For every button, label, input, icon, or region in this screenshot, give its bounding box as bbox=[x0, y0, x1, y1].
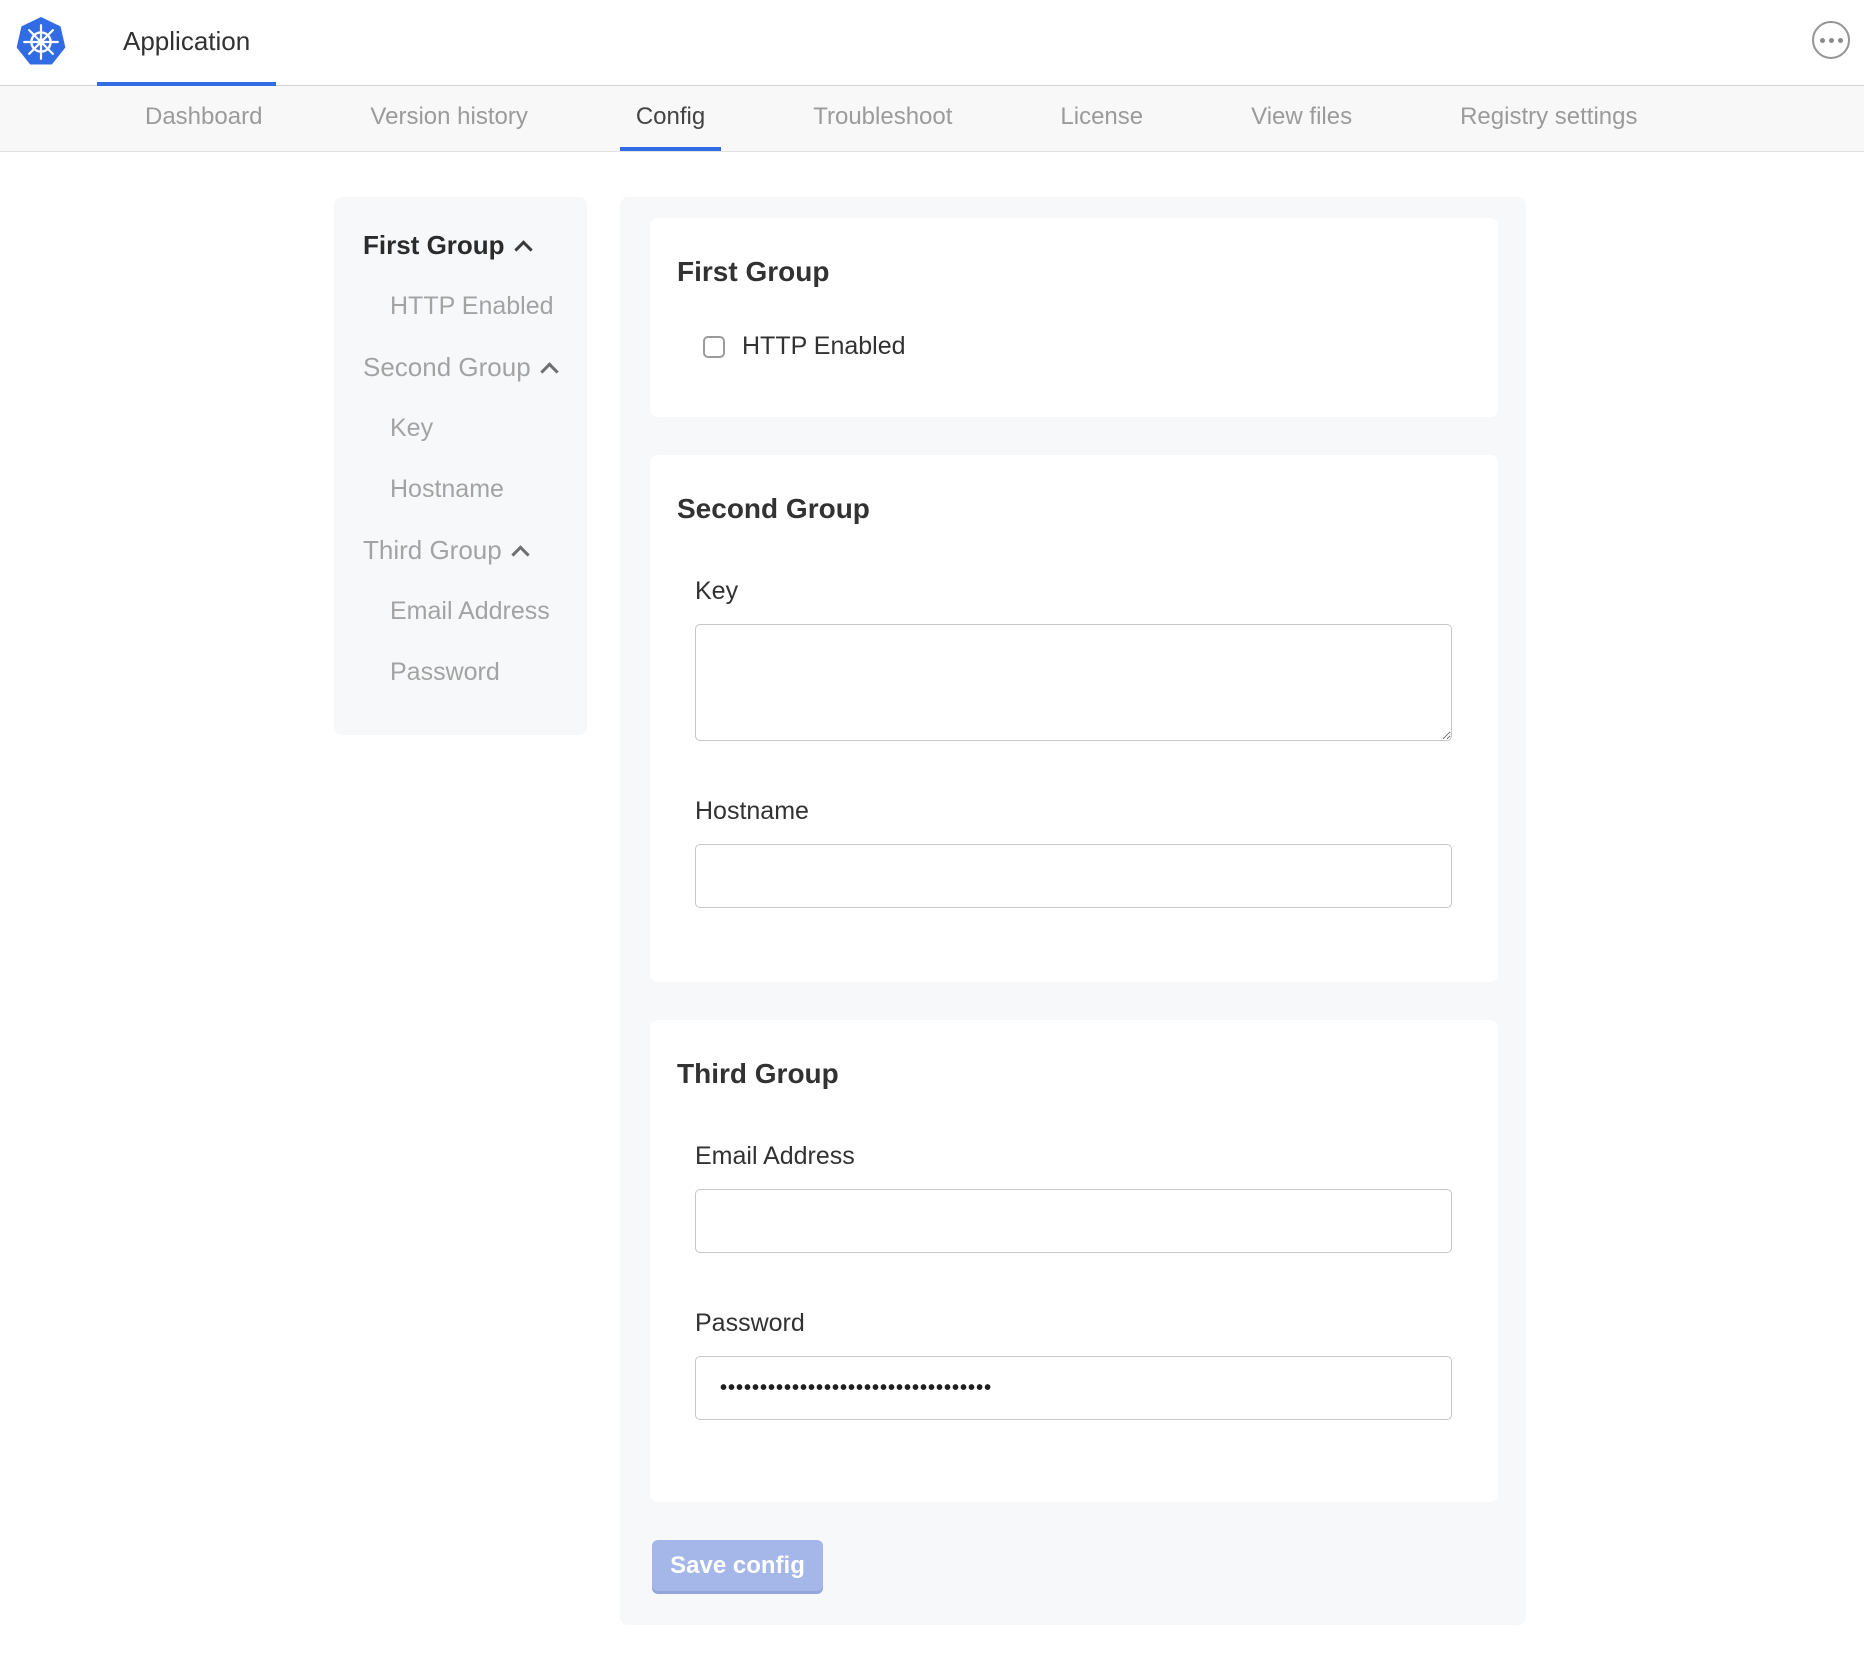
tab-view-files[interactable]: View files bbox=[1235, 86, 1368, 151]
group-title: First Group bbox=[677, 256, 1452, 288]
sidebar-group-first-group[interactable]: First Group bbox=[363, 215, 587, 276]
email-address-input[interactable] bbox=[695, 1189, 1452, 1253]
sidebar-item-label: Hostname bbox=[390, 475, 504, 504]
tab-license[interactable]: License bbox=[1044, 86, 1159, 151]
config-group-card-second-group: Second Group Key Hostname bbox=[650, 455, 1498, 982]
sidebar-item-hostname[interactable]: Hostname bbox=[363, 459, 587, 520]
key-textarea[interactable] bbox=[695, 624, 1452, 741]
ellipsis-icon[interactable] bbox=[1812, 21, 1850, 59]
tab-troubleshoot[interactable]: Troubleshoot bbox=[797, 86, 968, 151]
email-address-field-label: Email Address bbox=[695, 1142, 1452, 1171]
config-form-panel: First Group HTTP Enabled Second Group Ke… bbox=[620, 197, 1526, 1625]
password-input[interactable] bbox=[695, 1356, 1452, 1420]
sidebar-group-label: Second Group bbox=[363, 352, 531, 383]
tab-config[interactable]: Config bbox=[620, 86, 721, 151]
sidebar-item-label: HTTP Enabled bbox=[390, 292, 554, 321]
sidebar-item-label: Password bbox=[390, 658, 500, 687]
http-enabled-checkbox[interactable] bbox=[703, 336, 725, 358]
sidebar-item-http-enabled[interactable]: HTTP Enabled bbox=[363, 276, 587, 337]
chevron-up-icon bbox=[540, 362, 558, 380]
sidebar-item-label: Email Address bbox=[390, 597, 550, 626]
group-title: Second Group bbox=[677, 493, 1452, 525]
app-header: Application bbox=[0, 0, 1864, 86]
save-config-button[interactable]: Save config bbox=[652, 1540, 823, 1591]
app-nav-tabs: Dashboard Version history Config Trouble… bbox=[0, 86, 1864, 152]
sidebar-group-third-group[interactable]: Third Group bbox=[363, 520, 587, 581]
application-tab[interactable]: Application bbox=[97, 0, 276, 86]
group-title: Third Group bbox=[677, 1058, 1452, 1090]
tab-dashboard[interactable]: Dashboard bbox=[129, 86, 278, 151]
kubernetes-logo-icon bbox=[16, 17, 66, 67]
application-tab-label: Application bbox=[123, 26, 250, 57]
tab-registry-settings[interactable]: Registry settings bbox=[1444, 86, 1653, 151]
key-field-label: Key bbox=[695, 577, 1452, 606]
password-field-label: Password bbox=[695, 1309, 1452, 1338]
sidebar-group-label: First Group bbox=[363, 230, 505, 261]
sidebar-item-password[interactable]: Password bbox=[363, 642, 587, 703]
sidebar-group-second-group[interactable]: Second Group bbox=[363, 337, 587, 398]
config-sidebar: First Group HTTP Enabled Second Group Ke… bbox=[334, 197, 587, 735]
chevron-up-icon bbox=[511, 545, 529, 563]
hostname-input[interactable] bbox=[695, 844, 1452, 908]
hostname-field-label: Hostname bbox=[695, 797, 1452, 826]
sidebar-item-email-address[interactable]: Email Address bbox=[363, 581, 587, 642]
http-enabled-label: HTTP Enabled bbox=[742, 332, 906, 361]
sidebar-item-label: Key bbox=[390, 414, 433, 443]
config-group-card-first-group: First Group HTTP Enabled bbox=[650, 218, 1498, 417]
sidebar-item-key[interactable]: Key bbox=[363, 398, 587, 459]
sidebar-group-label: Third Group bbox=[363, 535, 502, 566]
config-group-card-third-group: Third Group Email Address Password bbox=[650, 1020, 1498, 1502]
chevron-up-icon bbox=[514, 240, 532, 258]
tab-version-history[interactable]: Version history bbox=[354, 86, 543, 151]
